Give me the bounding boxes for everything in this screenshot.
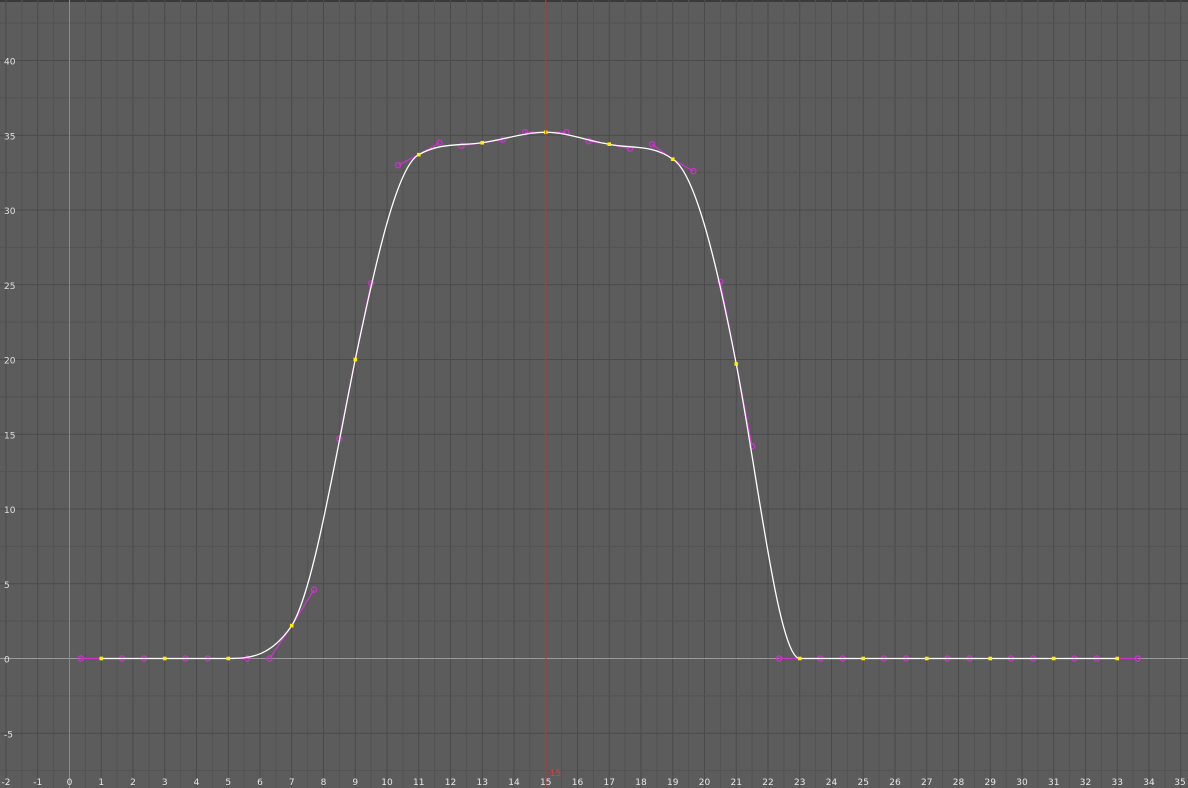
keyframe-point[interactable]: [480, 140, 485, 145]
x-tick-label: -2: [2, 778, 11, 788]
x-tick-label: 16: [572, 778, 584, 788]
y-tick-label: 35: [4, 132, 15, 142]
keyframe-point[interactable]: [734, 362, 739, 366]
playhead-frame-label: 15: [550, 769, 561, 779]
x-tick-label: 19: [667, 778, 679, 788]
x-tick-label: 28: [953, 778, 965, 788]
x-tick-label: 7: [289, 778, 295, 788]
x-tick-label: 22: [762, 778, 773, 788]
keyframe-point[interactable]: [924, 656, 929, 661]
x-tick-label: 4: [194, 778, 200, 788]
y-tick-label: 5: [4, 581, 10, 591]
keyframe-point[interactable]: [797, 656, 802, 661]
x-tick-label: 26: [889, 778, 901, 788]
x-tick-label: 11: [413, 778, 424, 788]
x-tick-label: 31: [1048, 778, 1059, 788]
x-tick-label: 6: [257, 778, 263, 788]
keyframe-point[interactable]: [861, 656, 866, 661]
keyframe-point[interactable]: [162, 656, 167, 661]
x-tick-label: 20: [699, 778, 711, 788]
x-tick-label: 27: [921, 778, 932, 788]
x-tick-label: -1: [33, 778, 42, 788]
x-tick-label: 18: [635, 778, 647, 788]
graph-editor[interactable]: -50510152025303540 -2 -1 0 1 2 3 4 5 6 7 8 9 10 11 12 1…: [0, 0, 1188, 788]
keyframe-point[interactable]: [226, 656, 231, 661]
y-tick-label: 10: [4, 506, 16, 516]
x-tick-label: 13: [477, 778, 488, 788]
y-tick-label: 30: [4, 207, 16, 217]
x-tick-label: 10: [381, 778, 393, 788]
x-tick-label: 14: [508, 778, 520, 788]
x-tick-label: 35: [1174, 778, 1185, 788]
x-tick-label: 8: [321, 778, 327, 788]
x-tick-label: 34: [1143, 778, 1155, 788]
y-tick-label: 0: [4, 656, 10, 666]
y-tick-label: 15: [4, 431, 15, 441]
x-tick-label: 5: [225, 778, 231, 788]
x-tick-label: 23: [794, 778, 805, 788]
y-tick-label: 20: [4, 357, 16, 367]
keyframe-point[interactable]: [607, 142, 612, 147]
keyframe-point[interactable]: [988, 656, 993, 661]
x-tick-label: 2: [130, 778, 136, 788]
keyframe-point[interactable]: [1051, 656, 1056, 661]
keyframe-point[interactable]: [99, 656, 104, 661]
top-border: [0, 0, 1188, 2]
x-tick-label: 17: [604, 778, 615, 788]
keyframe-point[interactable]: [670, 157, 675, 161]
x-tick-label: 29: [985, 778, 997, 788]
keyframe-point[interactable]: [416, 152, 421, 157]
x-tick-label: 30: [1016, 778, 1028, 788]
x-tick-label: 21: [731, 778, 742, 788]
x-tick-label: 25: [858, 778, 869, 788]
y-tick-label: 25: [4, 282, 15, 292]
x-tick-label: 32: [1080, 778, 1091, 788]
keyframe-point[interactable]: [353, 357, 358, 362]
x-tick-label: 9: [352, 778, 358, 788]
x-tick-label: 1: [98, 778, 104, 788]
x-tick-label: 24: [826, 778, 838, 788]
x-tick-label: 0: [67, 778, 73, 788]
y-tick-label: -5: [4, 730, 13, 740]
keyframe-point[interactable]: [1115, 656, 1120, 661]
x-tick-label: 12: [445, 778, 456, 788]
y-tick-label: 40: [4, 58, 16, 68]
graph-background: [0, 0, 1188, 788]
x-tick-label: 33: [1112, 778, 1123, 788]
keyframe-point[interactable]: [289, 623, 294, 628]
x-tick-label: 3: [162, 778, 168, 788]
